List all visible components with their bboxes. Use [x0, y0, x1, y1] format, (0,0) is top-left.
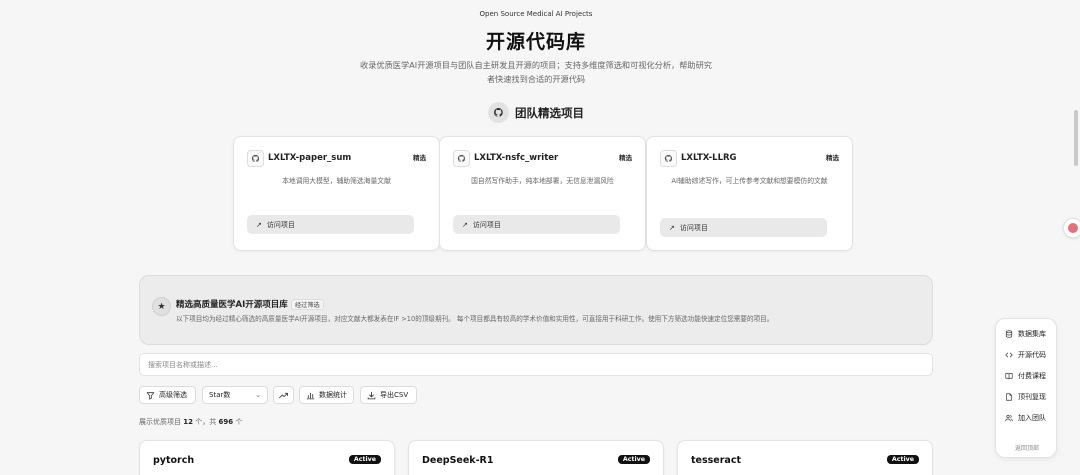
sidenav-item-join-team[interactable]: 加入团队	[1005, 413, 1046, 423]
sidenav-label: 付费课程	[1018, 372, 1046, 380]
database-icon	[1005, 330, 1013, 338]
project-card[interactable]: pytorch Active	[139, 440, 395, 475]
result-count-prefix: 展示优质项目	[139, 418, 181, 426]
advanced-filter-label: 高级筛选	[159, 391, 187, 399]
result-count-suffix: 个	[235, 418, 243, 426]
filter-icon	[146, 391, 155, 400]
assistant-icon	[1068, 223, 1078, 233]
users-icon	[1005, 414, 1013, 422]
page-title: 开源代码库	[485, 31, 586, 53]
export-csv-label: 导出CSV	[380, 391, 409, 399]
sidenav-label: 开源代码	[1018, 351, 1046, 359]
data-stats-label: 数据统计	[319, 391, 347, 399]
team-section-title: 团队精选项目	[515, 105, 584, 120]
search-input[interactable]: 搜索项目名称或描述...	[139, 353, 933, 376]
chevron-down-icon: ⌄	[255, 391, 261, 399]
visit-project-label: 访问项目	[472, 220, 501, 229]
curated-banner: ★ 精选高质量医学AI开源项目库 经过筛选 以下项目均为经过精心筛选的高质量医学…	[139, 275, 933, 345]
sort-select-value: Star数	[209, 391, 231, 399]
github-icon	[660, 150, 677, 167]
visit-project-button[interactable]: ↗ 访问项目	[453, 215, 620, 234]
floating-assistant-button[interactable]	[1063, 218, 1080, 238]
result-count-middle: 个，共	[195, 418, 217, 426]
trend-button[interactable]	[273, 386, 294, 404]
page-subtitle: 收录优质医学AI开源项目与团队自主研发且开源的项目；支持多维度筛选和可视化分析，…	[360, 60, 712, 84]
project-description: AI辅助综述写作，可上传参考文献和想要模仿的文献	[671, 177, 828, 185]
sidenav-item-datasets[interactable]: 数据集库	[1005, 329, 1046, 339]
external-link-icon: ↗	[256, 220, 262, 229]
featured-tag: 精选	[619, 154, 632, 162]
export-csv-button[interactable]: 导出CSV	[360, 386, 417, 404]
external-link-icon: ↗	[462, 220, 468, 229]
visit-project-button[interactable]: ↗ 访问项目	[247, 215, 414, 234]
result-count-total: 696	[218, 418, 234, 426]
sidenav-item-open-source[interactable]: 开源代码	[1005, 350, 1046, 360]
banner-badge: 经过筛选	[291, 299, 324, 310]
sidenav-label: 顶刊复现	[1018, 393, 1046, 401]
data-stats-button[interactable]: 数据统计	[299, 386, 354, 404]
sort-select[interactable]: Star数 ⌄	[202, 386, 268, 404]
status-badge: Active	[617, 455, 650, 464]
book-icon	[1005, 373, 1013, 380]
project-description: 本地调用大模型，辅助筛选海量文献	[282, 177, 391, 185]
back-to-top-link[interactable]: 返回顶部	[996, 443, 1058, 452]
sidenav-label: 数据集库	[1018, 330, 1046, 338]
star-icon: ★	[152, 297, 171, 316]
result-count: 展示优质项目 12 个，共 696 个	[139, 417, 242, 427]
floating-side-nav: 数据集库 开源代码 付费课程 顶刊复现 加入团队 返回顶部	[995, 318, 1057, 458]
project-name: tesseract	[691, 455, 742, 466]
result-count-shown: 12	[183, 418, 193, 426]
featured-tag: 精选	[826, 154, 839, 162]
github-icon	[453, 150, 470, 167]
project-card[interactable]: tesseract Active	[677, 440, 933, 475]
featured-project-card: LXLTX-LLRG 精选 AI辅助综述写作，可上传参考文献和想要模仿的文献 ↗…	[646, 136, 853, 251]
project-name: LXLTX-LLRG	[681, 153, 737, 163]
code-icon	[1005, 352, 1013, 358]
status-badge: Active	[348, 455, 381, 464]
banner-title: 精选高质量医学AI开源项目库	[176, 300, 288, 310]
scrollbar-thumb[interactable]	[1074, 110, 1078, 166]
page-eyebrow: Open Source Medical AI Projects	[479, 10, 593, 18]
download-icon	[367, 391, 376, 399]
status-badge: Active	[886, 455, 919, 464]
document-icon	[1006, 393, 1012, 401]
visit-project-label: 访问项目	[679, 223, 708, 232]
team-section-header: 团队精选项目	[0, 102, 1072, 123]
external-link-icon: ↗	[669, 223, 675, 232]
featured-project-card: LXLTX-paper_sum 精选 本地调用大模型，辅助筛选海量文献 ↗ 访问…	[233, 136, 440, 251]
advanced-filter-button[interactable]: 高级筛选	[139, 386, 196, 404]
trending-up-icon	[279, 392, 288, 398]
visit-project-label: 访问项目	[266, 220, 295, 229]
featured-tag: 精选	[413, 154, 426, 162]
github-icon	[247, 150, 264, 167]
project-description: 国自然写作助手，纯本地部署，无信息泄漏风险	[471, 177, 614, 185]
project-name: LXLTX-paper_sum	[268, 153, 352, 163]
project-name: LXLTX-nsfc_writer	[474, 153, 559, 163]
project-name: DeepSeek-R1	[422, 455, 494, 466]
bar-chart-icon	[306, 392, 315, 399]
github-icon	[488, 102, 509, 123]
project-name: pytorch	[153, 455, 195, 466]
featured-project-card: LXLTX-nsfc_writer 精选 国自然写作助手，纯本地部署，无信息泄漏…	[439, 136, 646, 251]
sidenav-item-courses[interactable]: 付费课程	[1005, 371, 1046, 381]
sidenav-item-replication[interactable]: 顶刊复现	[1005, 392, 1046, 402]
banner-description: 以下项目均为经过精心筛选的高质量医学AI开源项目，对应文献大都发表在IF >10…	[176, 315, 774, 323]
visit-project-button[interactable]: ↗ 访问项目	[660, 218, 827, 237]
project-card[interactable]: DeepSeek-R1 Active	[408, 440, 664, 475]
sidenav-label: 加入团队	[1018, 414, 1046, 422]
